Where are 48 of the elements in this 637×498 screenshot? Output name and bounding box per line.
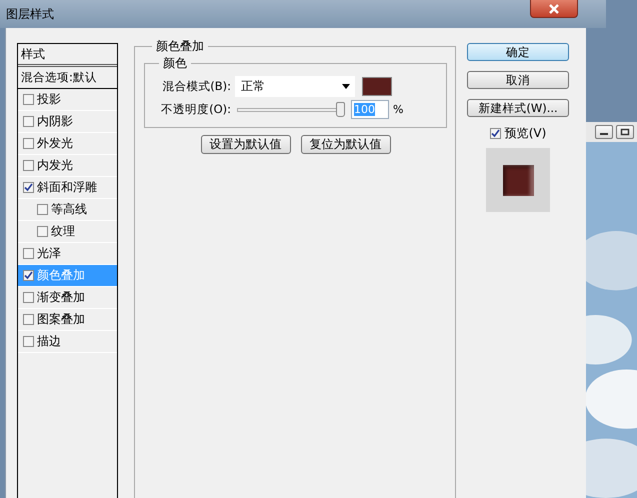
default-button[interactable]: 复位为默认值 xyxy=(300,135,390,154)
checkbox[interactable] xyxy=(23,116,34,127)
field-label: 不透明度(O): xyxy=(160,102,231,117)
checkbox[interactable] xyxy=(23,314,34,325)
preview-swatch xyxy=(502,164,534,196)
list-item[interactable]: 渐变叠加 xyxy=(18,287,117,309)
list-header: 样式 xyxy=(18,44,117,67)
dialog-button[interactable]: 确定 xyxy=(467,43,569,61)
list-item[interactable]: 混合选项:默认 xyxy=(18,67,117,89)
minimize-button[interactable] xyxy=(595,125,613,139)
checkbox[interactable] xyxy=(23,292,34,303)
dialog-button[interactable]: 新建样式(W)... xyxy=(467,99,569,117)
checkbox[interactable] xyxy=(23,248,34,259)
caret-icon xyxy=(342,84,350,89)
dialog-button[interactable]: 取消 xyxy=(467,71,569,89)
unit-label: % xyxy=(393,103,404,116)
list-item[interactable]: 内阴影 xyxy=(18,111,117,133)
slider-thumb[interactable] xyxy=(336,102,345,117)
blend-mode-dropdown[interactable]: 正常 xyxy=(235,76,355,97)
checkbox[interactable] xyxy=(23,270,34,281)
default-button[interactable]: 设置为默认值 xyxy=(200,135,290,154)
checkbox[interactable] xyxy=(23,182,34,193)
checkbox[interactable] xyxy=(23,138,34,149)
field-label: 混合模式(B): xyxy=(161,79,231,94)
list-item[interactable]: 纹理 xyxy=(18,221,117,243)
opacity-slider[interactable] xyxy=(237,102,345,117)
checkbox[interactable] xyxy=(37,204,48,215)
group-title: 颜色叠加 xyxy=(155,38,205,55)
checkbox[interactable] xyxy=(23,336,34,347)
preview-label: 预览(V) xyxy=(504,125,546,142)
maximize-button[interactable] xyxy=(616,125,634,139)
preview-checkbox[interactable] xyxy=(490,128,501,139)
list-item[interactable]: 内发光 xyxy=(18,155,117,177)
checkbox[interactable] xyxy=(23,160,34,171)
close-icon xyxy=(548,4,560,14)
list-item[interactable]: 图案叠加 xyxy=(18,309,117,331)
window-title: 图层样式 xyxy=(6,6,54,22)
checkbox[interactable] xyxy=(37,226,48,237)
maximize-icon xyxy=(620,128,630,136)
color-swatch[interactable] xyxy=(362,77,392,96)
checkbox[interactable] xyxy=(23,94,34,105)
list-item[interactable]: 描边 xyxy=(18,331,117,353)
group-title: 颜色 xyxy=(162,55,188,72)
close-button[interactable] xyxy=(530,0,578,18)
list-item[interactable]: 斜面和浮雕 xyxy=(18,177,117,199)
list-item[interactable]: 投影 xyxy=(18,89,117,111)
list-item[interactable]: 等高线 xyxy=(18,199,117,221)
list-item[interactable]: 外发光 xyxy=(18,133,117,155)
